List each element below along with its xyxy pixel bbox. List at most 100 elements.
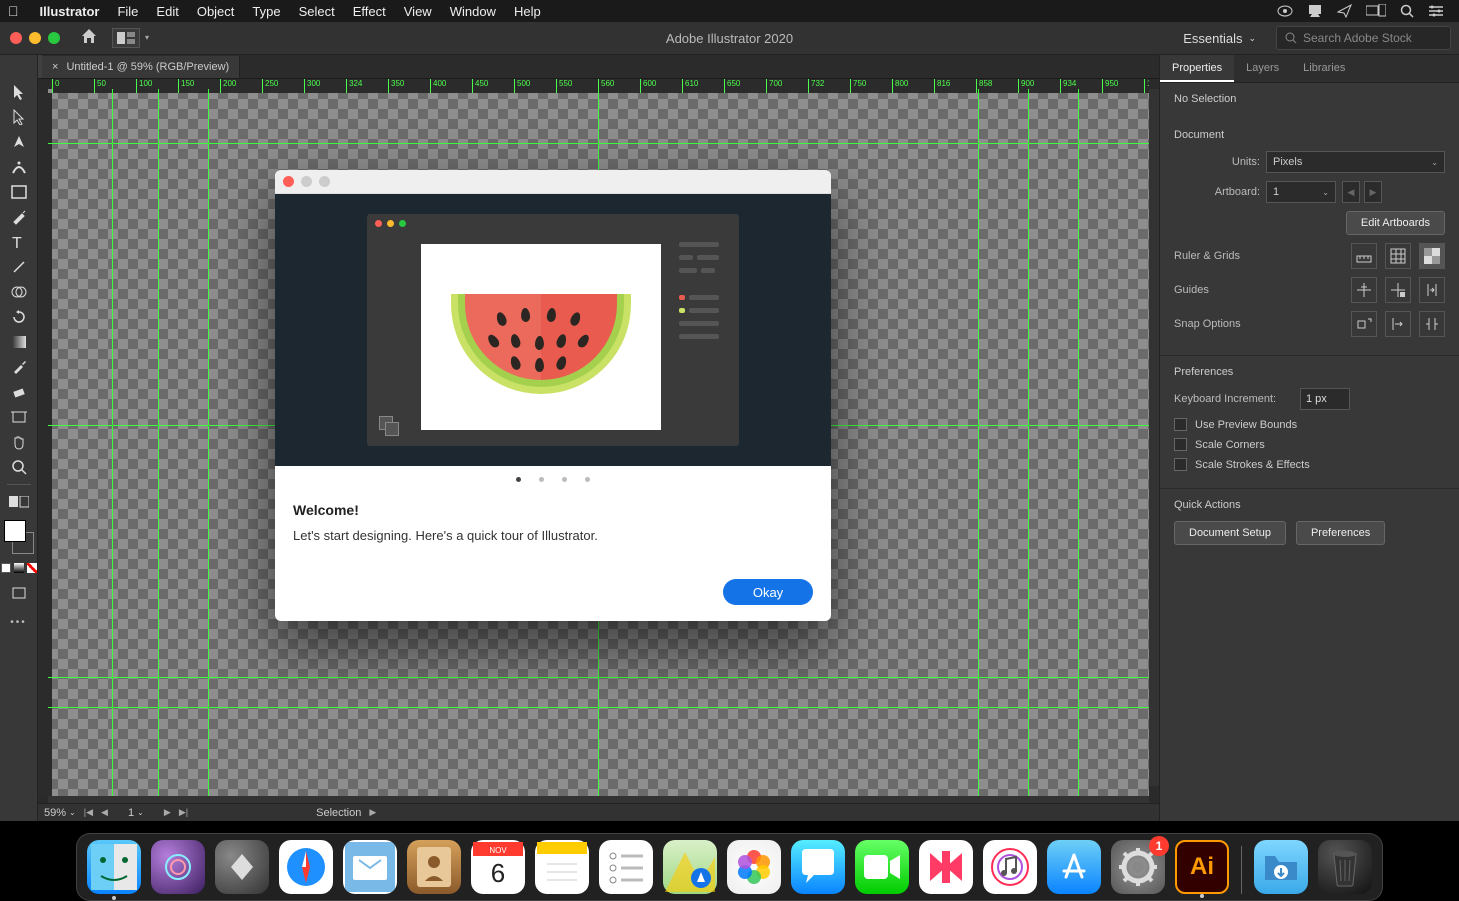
menu-object[interactable]: Object [188, 4, 244, 19]
snap-to-grid-button[interactable] [1419, 311, 1445, 337]
tab-properties[interactable]: Properties [1160, 55, 1234, 82]
dock-downloads[interactable] [1254, 840, 1308, 894]
dock-launchpad[interactable] [215, 840, 269, 894]
first-artboard-button[interactable]: |◀ [84, 807, 93, 818]
lock-guides-button[interactable] [1385, 277, 1411, 303]
dock-mail[interactable] [343, 840, 397, 894]
transparency-grid-button[interactable] [1419, 243, 1445, 269]
dialog-titlebar[interactable] [275, 170, 831, 194]
hand-tool[interactable] [4, 431, 34, 453]
screen-mode-tool[interactable] [4, 582, 34, 604]
dock-notes[interactable] [535, 840, 589, 894]
tab-close-icon[interactable]: × [52, 61, 58, 73]
menu-edit[interactable]: Edit [147, 4, 187, 19]
edit-artboards-button[interactable]: Edit Artboards [1346, 211, 1445, 235]
edit-toolbar-button[interactable]: ••• [10, 617, 27, 628]
preferences-button[interactable]: Preferences [1296, 521, 1385, 545]
tab-libraries[interactable]: Libraries [1291, 55, 1357, 82]
tray-icon[interactable] [1300, 4, 1330, 18]
grid-toggle-button[interactable] [1385, 243, 1411, 269]
eyedropper-tool[interactable] [4, 356, 34, 378]
show-guides-button[interactable] [1351, 277, 1377, 303]
menu-effect[interactable]: Effect [344, 4, 395, 19]
apple-menu[interactable]:  [8, 3, 19, 19]
page-dot-2[interactable] [539, 477, 544, 482]
color-mode-row[interactable] [1, 563, 37, 573]
gradient-tool[interactable] [4, 331, 34, 353]
last-artboard-button[interactable]: ▶| [179, 807, 188, 818]
stock-search-input[interactable]: Search Adobe Stock [1276, 26, 1451, 50]
shape-builder-tool[interactable] [4, 281, 34, 303]
dock-maps[interactable] [663, 840, 717, 894]
none-color-icon[interactable] [27, 563, 37, 573]
zoom-tool[interactable] [4, 456, 34, 478]
artboard-tool[interactable] [4, 406, 34, 428]
page-dot-1[interactable] [516, 477, 521, 482]
fill-color[interactable] [4, 520, 26, 542]
menu-select[interactable]: Select [290, 4, 344, 19]
pen-tool[interactable] [4, 131, 34, 153]
menu-file[interactable]: File [108, 4, 147, 19]
control-center-icon[interactable] [1421, 5, 1451, 17]
menu-window[interactable]: Window [441, 4, 505, 19]
dock-illustrator[interactable]: Ai [1175, 840, 1229, 894]
workspace-switcher[interactable]: Essentials⌄ [1173, 27, 1266, 50]
type-tool[interactable]: T [4, 231, 34, 253]
fill-stroke-toggle[interactable] [4, 491, 34, 513]
menu-type[interactable]: Type [243, 4, 289, 19]
dock-messages[interactable] [791, 840, 845, 894]
rectangle-tool[interactable] [4, 181, 34, 203]
dock-reminders[interactable] [599, 840, 653, 894]
dock-siri[interactable] [151, 840, 205, 894]
smart-guides-button[interactable] [1419, 277, 1445, 303]
dock-finder[interactable] [87, 840, 141, 894]
home-button[interactable] [80, 28, 98, 49]
direct-selection-tool[interactable] [4, 106, 34, 128]
artboard-next-button[interactable]: ▶ [1364, 181, 1382, 203]
horizontal-ruler[interactable]: 0501001502002503003243504004505005505606… [52, 79, 1149, 93]
status-play-button[interactable]: ▶ [369, 807, 376, 818]
dock-safari[interactable] [279, 840, 333, 894]
prev-artboard-button[interactable]: ◀ [101, 807, 108, 818]
next-artboard-button[interactable]: ▶ [164, 807, 171, 818]
units-dropdown[interactable]: Pixels⌄ [1266, 151, 1445, 173]
eraser-tool[interactable] [4, 381, 34, 403]
page-dot-3[interactable] [562, 477, 567, 482]
ruler-toggle-button[interactable] [1351, 243, 1377, 269]
dialog-close-button[interactable] [283, 176, 294, 187]
dock-trash[interactable] [1318, 840, 1372, 894]
menu-app[interactable]: Illustrator [31, 4, 109, 19]
dock-news[interactable] [919, 840, 973, 894]
scale-strokes-checkbox[interactable]: Scale Strokes & Effects [1174, 458, 1445, 471]
solid-color-icon[interactable] [1, 563, 11, 573]
scale-corners-checkbox[interactable]: Scale Corners [1174, 438, 1445, 451]
arrange-documents-button[interactable] [112, 28, 140, 48]
page-dot-4[interactable] [585, 477, 590, 482]
dialog-okay-button[interactable]: Okay [723, 579, 813, 605]
vertical-scrollbar[interactable] [1149, 89, 1159, 786]
document-tab[interactable]: × Untitled-1 @ 59% (RGB/Preview) [42, 56, 240, 78]
spotlight-icon[interactable] [1393, 4, 1421, 18]
tab-layers[interactable]: Layers [1234, 55, 1291, 82]
window-close-button[interactable] [10, 32, 22, 44]
curvature-tool[interactable] [4, 156, 34, 178]
snap-to-point-button[interactable] [1385, 311, 1411, 337]
rotate-tool[interactable] [4, 306, 34, 328]
keyboard-increment-input[interactable] [1300, 388, 1350, 410]
zoom-dropdown[interactable]: 59%⌄ [44, 807, 76, 819]
dock-facetime[interactable] [855, 840, 909, 894]
paperplane-icon[interactable] [1330, 4, 1359, 18]
color-swatches[interactable] [2, 520, 36, 554]
artboard-dropdown[interactable]: 1⌄ [1266, 181, 1336, 203]
line-tool[interactable] [4, 256, 34, 278]
menu-help[interactable]: Help [505, 4, 550, 19]
artboard-prev-button[interactable]: ◀ [1342, 181, 1360, 203]
screens-icon[interactable] [1359, 4, 1393, 18]
window-minimize-button[interactable] [29, 32, 41, 44]
selection-tool[interactable] [4, 81, 34, 103]
dock-music[interactable] [983, 840, 1037, 894]
dock-appstore[interactable] [1047, 840, 1101, 894]
snap-to-pixel-button[interactable] [1351, 311, 1377, 337]
vertical-ruler[interactable] [38, 93, 52, 796]
menu-view[interactable]: View [395, 4, 441, 19]
